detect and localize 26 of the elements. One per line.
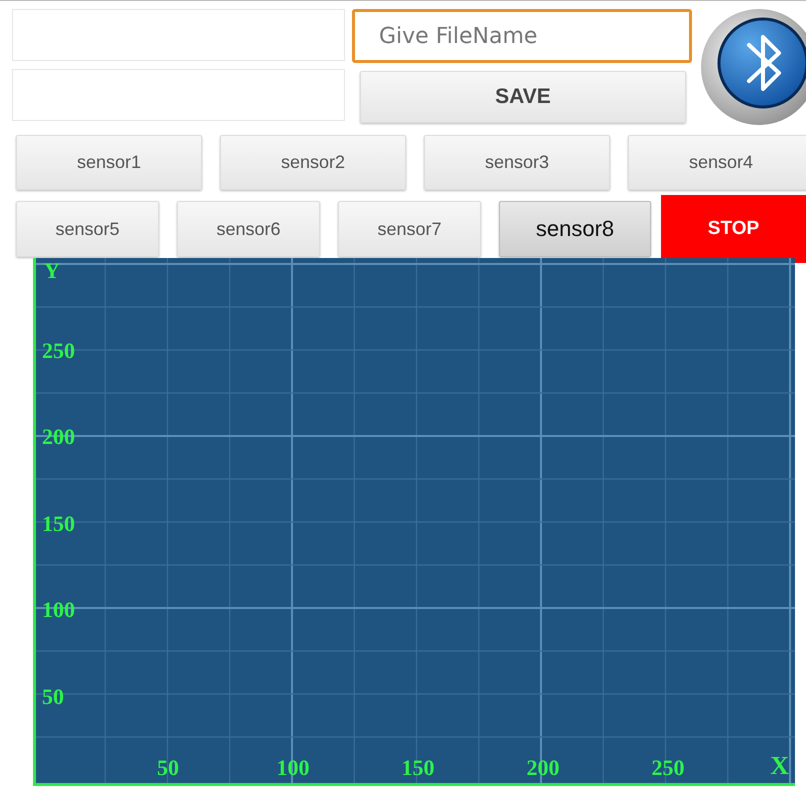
tick-label: 50 bbox=[156, 755, 180, 781]
tick-label: 100 bbox=[42, 597, 75, 623]
tick-label: 200 bbox=[42, 424, 75, 450]
tick-label: 200 bbox=[526, 755, 560, 781]
stop-button[interactable]: STOP bbox=[661, 195, 806, 263]
axis-label: Y bbox=[44, 258, 60, 284]
tick-label: 100 bbox=[276, 755, 310, 781]
sensor-button[interactable]: sensor4 bbox=[628, 135, 806, 190]
sensor-button[interactable]: sensor5 bbox=[16, 201, 159, 257]
sensor-button[interactable]: sensor1 bbox=[16, 135, 202, 190]
sensor-button[interactable]: sensor8 bbox=[499, 201, 651, 257]
sensor-button[interactable]: sensor6 bbox=[177, 201, 320, 257]
sensor-button[interactable]: sensor7 bbox=[338, 201, 481, 257]
axis-label: X bbox=[770, 751, 789, 781]
tick-label: 250 bbox=[42, 338, 75, 364]
sensor-button[interactable]: sensor3 bbox=[424, 135, 610, 190]
save-button[interactable]: SAVE bbox=[360, 71, 686, 123]
text-field[interactable] bbox=[12, 69, 345, 121]
tick-label: 150 bbox=[400, 755, 436, 781]
sensor-button[interactable]: sensor2 bbox=[220, 135, 406, 190]
tick-label: 150 bbox=[42, 510, 75, 536]
text-field[interactable] bbox=[12, 9, 345, 61]
bluetooth-icon[interactable] bbox=[699, 9, 806, 127]
tick-label: 50 bbox=[42, 684, 64, 710]
file-name-field[interactable]: Give FileName bbox=[352, 9, 692, 63]
tick-label: 250 bbox=[650, 755, 686, 781]
